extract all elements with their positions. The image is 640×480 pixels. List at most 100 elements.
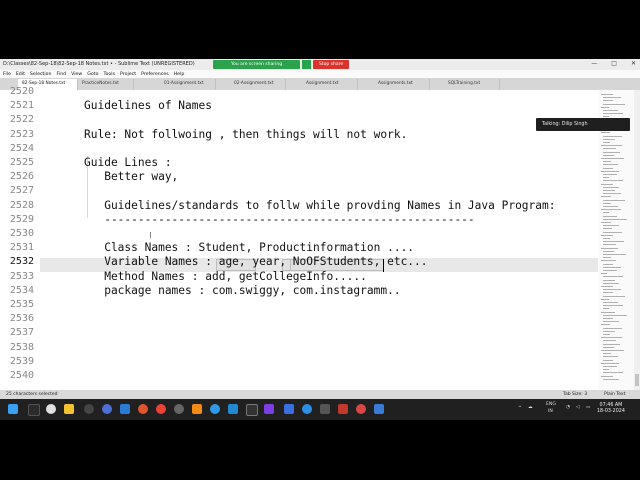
line-number: 2537	[9, 327, 34, 339]
minimap-line	[603, 353, 611, 355]
menu-file[interactable]: File	[3, 72, 11, 77]
app-icon[interactable]	[374, 404, 384, 414]
edge-icon[interactable]	[210, 404, 220, 414]
volume-icon[interactable]: ◁	[576, 405, 580, 410]
minimap-line	[601, 183, 613, 185]
status-bar: 25 characters selected Tab Size: 3 Plain…	[0, 390, 640, 399]
minimap[interactable]	[598, 90, 634, 390]
vertical-scrollbar[interactable]	[634, 90, 640, 390]
minimap-line	[601, 234, 613, 236]
minimap-line	[603, 266, 621, 268]
minimap-line	[603, 241, 624, 243]
menu-tools[interactable]: Tools	[103, 72, 115, 77]
menu-project[interactable]: Project	[120, 72, 136, 77]
minimap-line	[603, 202, 611, 204]
minimap-line	[601, 209, 621, 211]
minimap-line	[603, 327, 622, 329]
line-number: 2536	[9, 313, 34, 325]
minimap-line	[603, 254, 626, 255]
syntax-selector[interactable]: Plain Text	[604, 392, 625, 397]
terminal-icon[interactable]	[246, 404, 258, 416]
share-options-icon[interactable]	[302, 60, 312, 69]
camera-icon[interactable]	[84, 404, 94, 414]
clock-date: 18-03-2024	[597, 409, 625, 414]
minimap-line	[601, 350, 624, 351]
minimap-line	[603, 292, 613, 294]
minimap-line	[603, 199, 625, 201]
app-icon[interactable]	[138, 404, 148, 414]
tab-sql-training[interactable]: SQLTraining.txt	[444, 79, 500, 90]
task-view-icon[interactable]	[28, 404, 40, 416]
cloud-icon[interactable]: ☁	[528, 405, 533, 410]
chat-icon[interactable]	[46, 404, 56, 414]
minimize-button[interactable]: —	[591, 60, 597, 67]
app-icon[interactable]	[356, 404, 366, 414]
stop-share-button[interactable]: Stop share	[313, 60, 350, 69]
teams-icon[interactable]	[302, 404, 312, 414]
minimap-line	[603, 282, 619, 284]
chrome-icon[interactable]	[156, 404, 166, 414]
code-line: Rule: Not follwoing , then things will n…	[84, 127, 408, 141]
language-indicator[interactable]: ENG	[546, 402, 556, 407]
maximize-button[interactable]: □	[611, 60, 617, 67]
minimap-line	[603, 154, 614, 156]
zoom-icon[interactable]	[102, 404, 112, 414]
minimap-line	[601, 145, 622, 147]
tray-chevron-icon[interactable]: ^	[518, 406, 522, 411]
github-icon[interactable]	[174, 404, 184, 414]
minimap-line	[603, 334, 610, 335]
minimap-line	[603, 372, 623, 374]
line-number: 2530	[9, 228, 34, 239]
minimap-line	[603, 244, 616, 246]
minimap-line	[603, 174, 617, 175]
minimap-line	[603, 138, 615, 140]
tab-practice-notes[interactable]: PracticeNotes.txt	[78, 79, 134, 90]
app-icon[interactable]	[338, 404, 348, 414]
tab-assignments[interactable]: Assignments.txt	[374, 79, 430, 90]
menu-view[interactable]: View	[71, 72, 82, 77]
tab-02-assignment[interactable]: 02-Assignment.txt	[230, 79, 286, 90]
code-line: Class Names : Student, Productinformatio…	[84, 241, 415, 255]
menu-find[interactable]: Find	[57, 72, 67, 77]
minimap-line	[601, 132, 610, 134]
menu-preferences[interactable]: Preferences	[141, 72, 169, 77]
minimap-line	[601, 375, 613, 377]
vscode-icon[interactable]	[120, 404, 130, 414]
minimap-line	[601, 298, 609, 300]
app-icon[interactable]	[320, 404, 330, 414]
editor-pane[interactable]: Talking: Dilip Singh 2520 2521 Guidelines …	[0, 86, 640, 390]
minimap-line	[603, 289, 621, 291]
clock[interactable]: 07:46 AM 18-03-2024	[597, 403, 625, 415]
menu-help[interactable]: Help	[174, 72, 185, 77]
mail-icon[interactable]	[228, 404, 238, 414]
minimap-line	[603, 142, 610, 143]
wifi-icon[interactable]: ◔	[566, 405, 570, 410]
minimap-line	[603, 359, 613, 361]
file-explorer-icon[interactable]	[64, 404, 74, 414]
sublime-text-icon[interactable]	[192, 404, 202, 414]
minimap-line	[601, 324, 610, 326]
menu-goto[interactable]: Goto	[87, 72, 98, 77]
minimap-line	[603, 190, 615, 191]
selection-status: 25 characters selected	[6, 392, 58, 397]
menu-selection[interactable]: Selection	[30, 72, 52, 77]
scrollbar-thumb[interactable]	[635, 374, 639, 386]
start-icon[interactable]	[8, 404, 18, 414]
line-number: 2522	[9, 114, 34, 126]
word-icon[interactable]	[284, 404, 294, 414]
tab-assignment[interactable]: Assignment.txt	[302, 79, 358, 90]
minimap-line	[603, 177, 609, 179]
minimap-line	[603, 113, 623, 115]
line-number: 2526	[9, 171, 34, 183]
minimap-line	[601, 260, 616, 262]
battery-icon[interactable]: ▭	[586, 405, 590, 410]
tab-01-assignment[interactable]: 01-Assignment.txt	[160, 79, 216, 90]
minimap-line	[603, 279, 615, 281]
minimap-line	[603, 318, 613, 319]
minimap-line	[603, 167, 613, 169]
menu-edit[interactable]: Edit	[16, 72, 25, 77]
tab-size-selector[interactable]: Tab Size: 3	[563, 392, 587, 397]
app-icon[interactable]	[264, 404, 274, 414]
minimap-line	[601, 222, 611, 223]
close-button[interactable]: ✕	[631, 60, 636, 67]
